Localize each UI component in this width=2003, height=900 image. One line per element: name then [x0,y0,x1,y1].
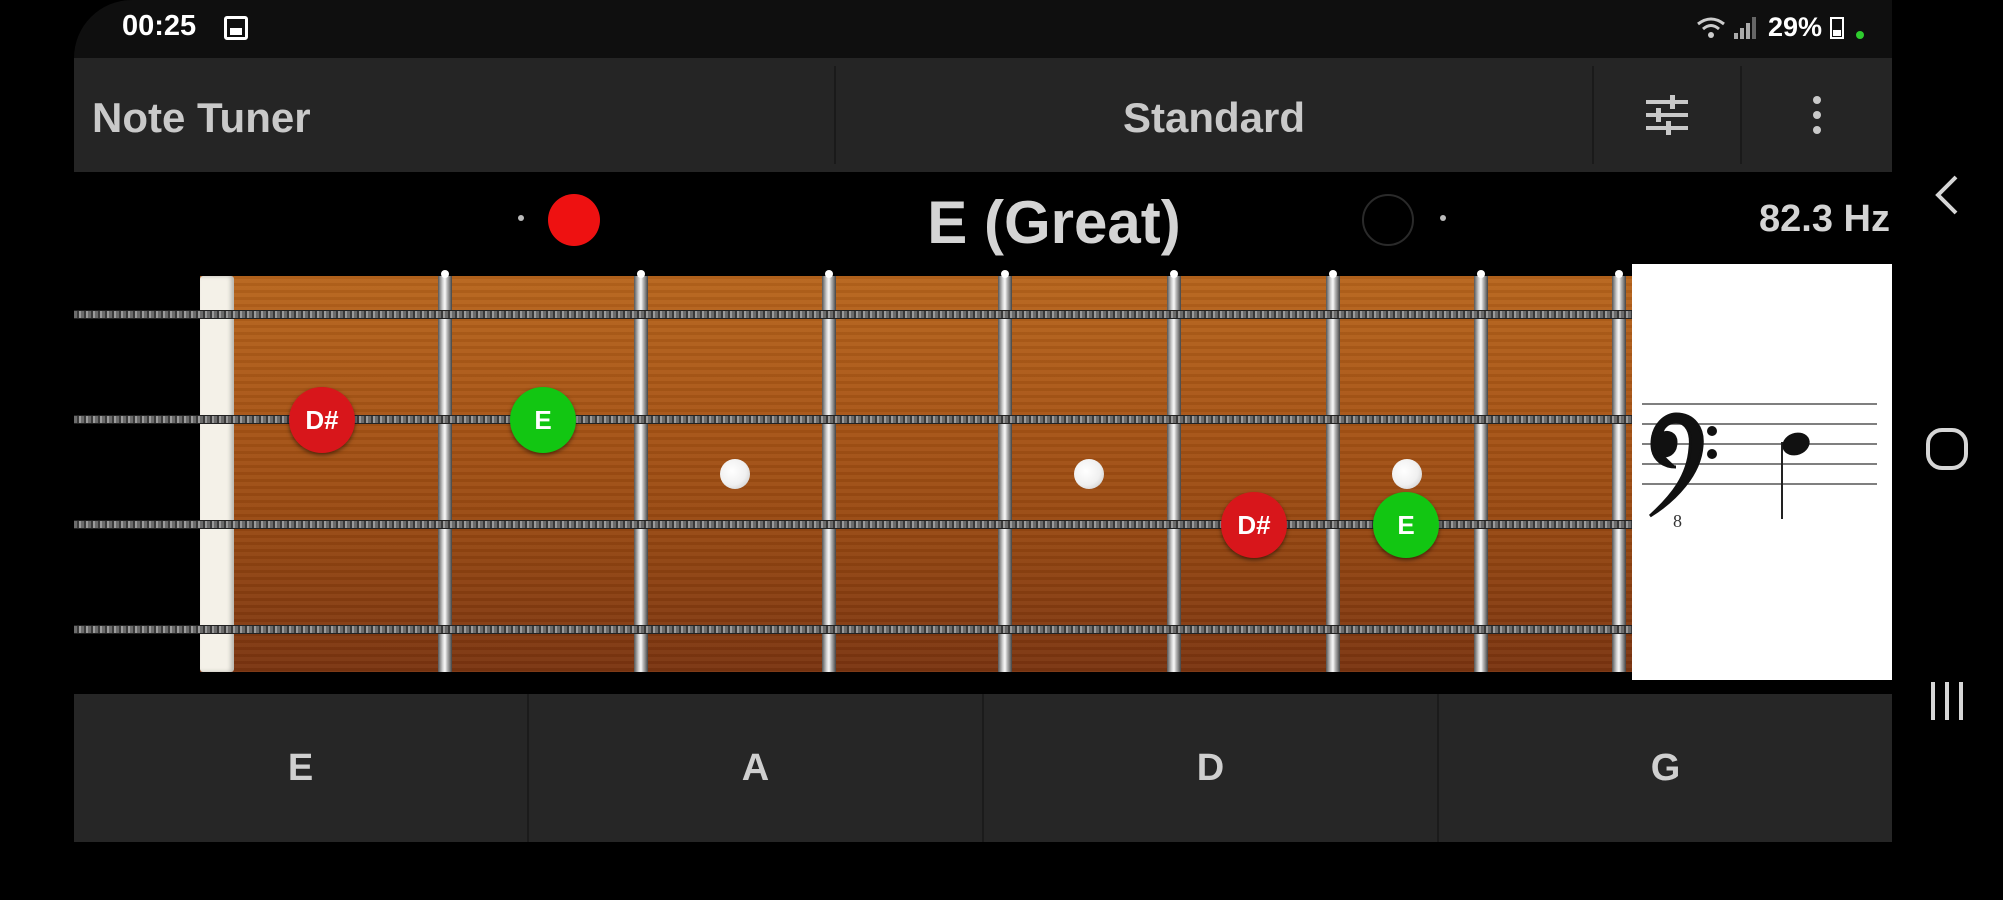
flat-indicator-led [548,194,600,246]
back-chevron-icon [1935,175,1958,215]
fret [634,270,648,672]
camera-in-use-dot [1856,30,1864,39]
overflow-menu-button[interactable] [1742,58,1892,172]
status-time: 00:25 [122,10,197,42]
octave-mark: 8 [1673,511,1682,531]
staff-notation: 8 [1632,264,1892,680]
more-vert-icon [1813,96,1821,134]
indicator-dot [518,215,524,221]
fretboard-nut [200,276,234,672]
battery-percent: 29% [1767,12,1822,42]
status-right: 29% [1696,12,1864,43]
string-selector: E A D G [74,694,1892,842]
note-marker-e: E [510,387,576,453]
recents-icon [1931,682,1963,720]
fretboard: D# E D# E [74,264,1632,676]
fret [998,270,1012,672]
string-button-d[interactable]: D [984,694,1439,842]
note-marker-ds: D# [1221,492,1287,558]
detected-note: E (Great) [927,189,1181,256]
string-e [74,625,1632,634]
fret-inlay [720,459,750,489]
app-screen: 00:25 29% Note Tuner Standard E (Great) … [74,0,1892,900]
wifi-icon [1697,17,1725,38]
home-icon [1926,428,1968,470]
sharp-indicator-led [1362,194,1414,246]
note-marker-label: E [534,404,552,435]
string-button-e[interactable]: E [74,694,529,842]
app-title: Note Tuner [92,94,311,141]
note-marker-e: E [1373,492,1439,558]
fret [1474,270,1488,672]
string-button-label: E [287,746,314,789]
indicator-dot [1440,215,1446,221]
sliders-icon [1646,95,1688,135]
settings-button[interactable] [1594,58,1740,172]
note-readout: E (Great) 82.3 Hz [74,172,1892,264]
note-marker-label: D# [305,404,339,435]
fret [1167,270,1181,672]
status-bar: 00:25 29% [74,0,1892,58]
fret-inlay [1074,459,1104,489]
nav-back-button[interactable] [1912,160,1982,230]
app-toolbar: Note Tuner Standard [74,58,1892,172]
nav-recents-button[interactable] [1912,666,1982,736]
note-head [1781,432,1810,519]
signal-icon [1733,16,1760,39]
fret [438,270,452,672]
bass-clef-icon [1648,412,1717,518]
gallery-notification-icon [224,16,248,40]
fret [1326,270,1340,672]
fret [822,270,836,672]
string-button-label: D [1196,746,1225,789]
note-marker-label: D# [1237,509,1271,540]
frequency-readout: 82.3 Hz [1759,198,1890,240]
battery-icon [1830,16,1844,39]
string-button-g[interactable]: G [1439,694,1892,842]
string-g [74,310,1632,319]
nav-home-button[interactable] [1912,414,1982,484]
system-nav-bar [1892,0,2003,900]
string-button-label: A [741,746,770,789]
string-button-a[interactable]: A [529,694,984,842]
fret [1612,270,1626,672]
tuning-selector[interactable]: Standard [836,94,1592,142]
staff-svg: 8 [1642,403,1877,531]
note-marker-label: E [1397,509,1415,540]
note-marker-ds: D# [289,387,355,453]
string-button-label: G [1650,746,1681,789]
fret-inlay [1392,459,1422,489]
